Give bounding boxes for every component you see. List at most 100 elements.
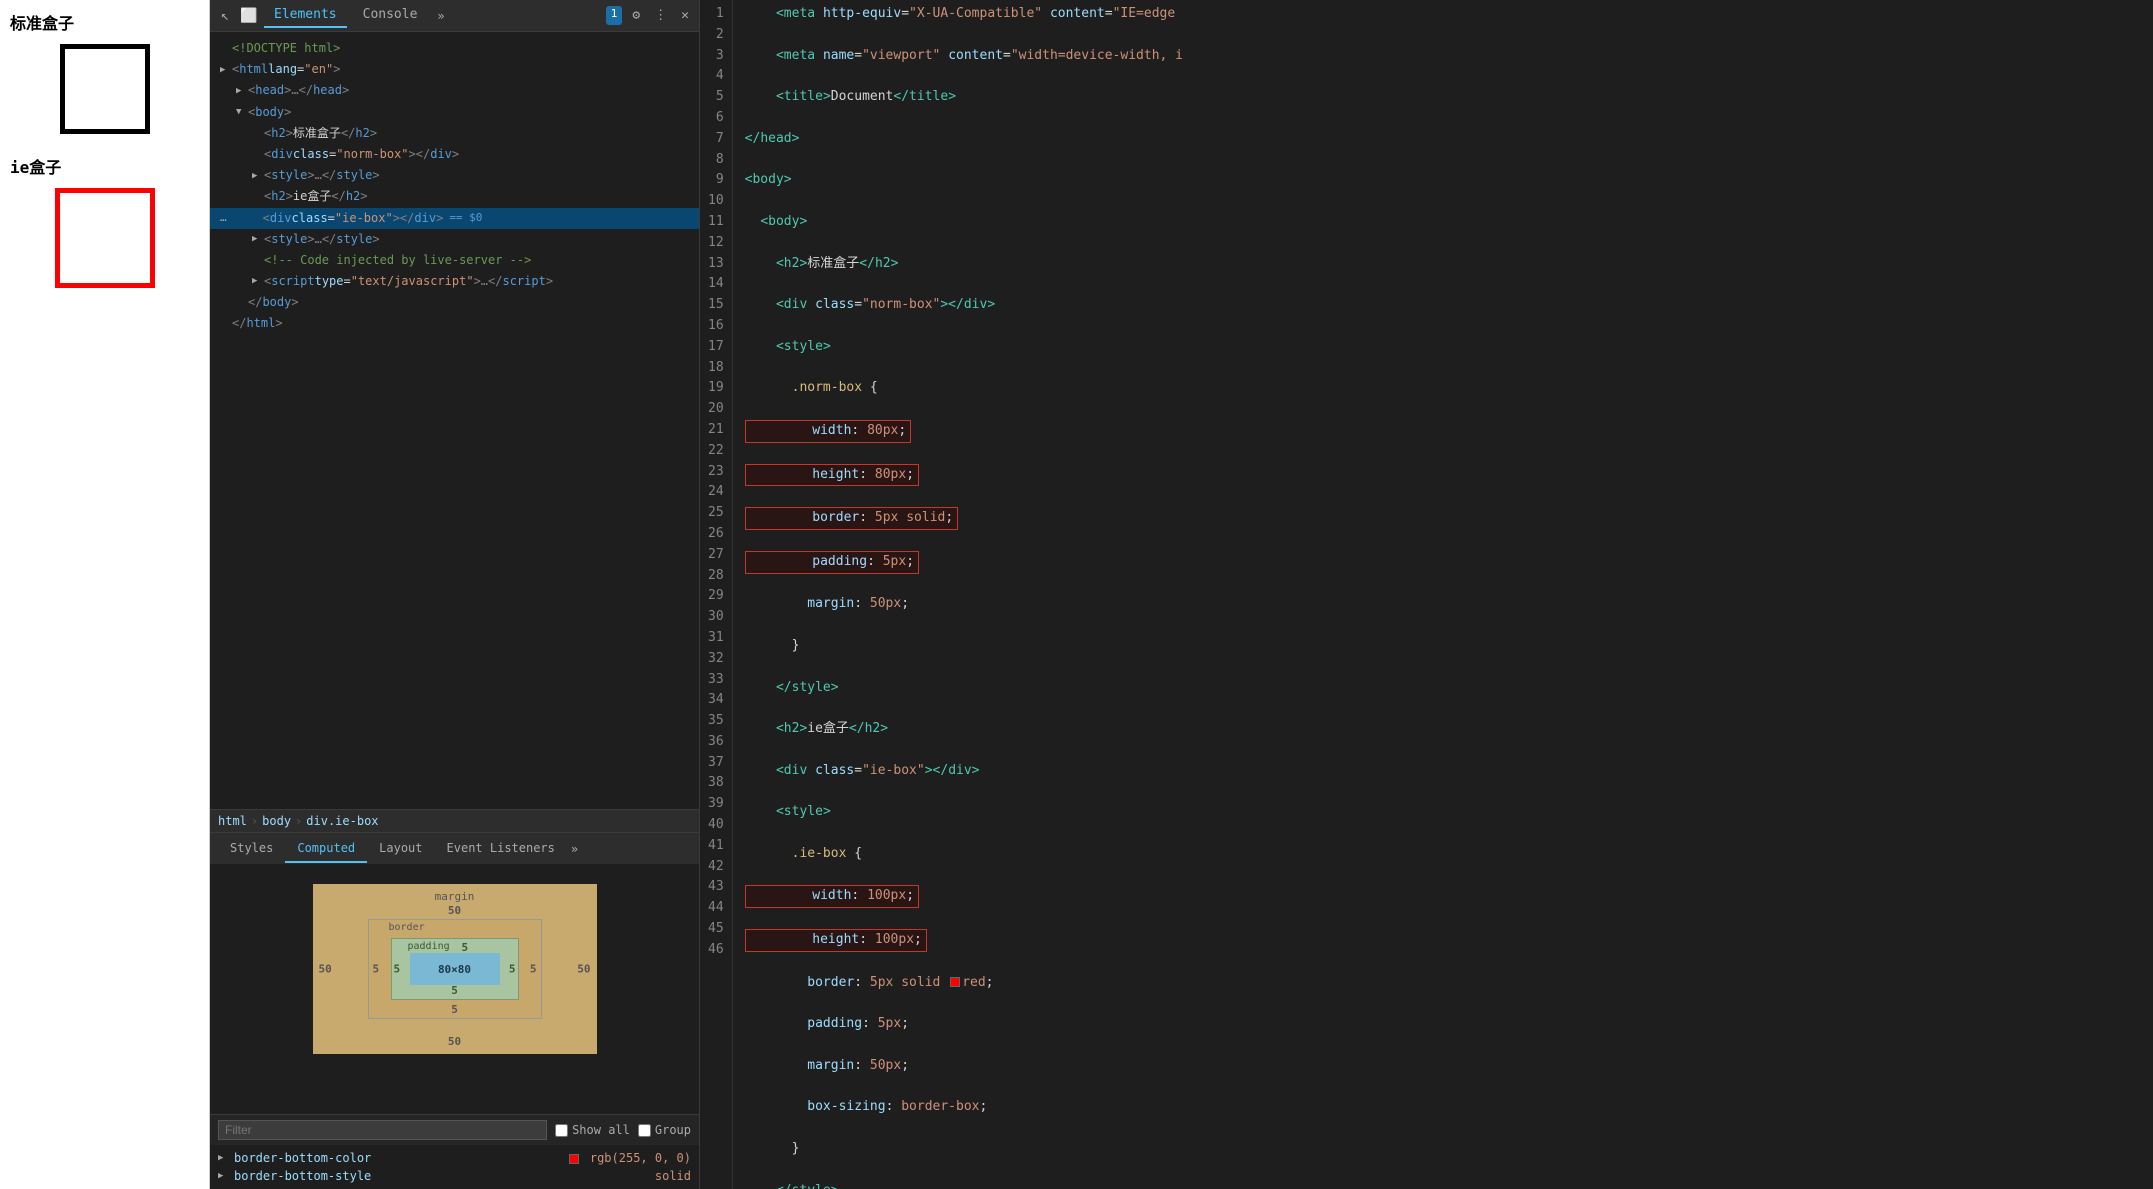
code-line-25: padding: 5px; (745, 1014, 2141, 1035)
line-numbers: 12345 678910 1112131415 1617181920 21222… (700, 0, 733, 1189)
tree-line-comment[interactable]: <!-- Code injected by live-server --> (210, 250, 699, 271)
content-row: 80×80 (410, 953, 500, 985)
prop-value-border-bottom-style: solid (655, 1169, 691, 1183)
border-value-bottom: 5 (451, 1003, 458, 1016)
triangle-style1[interactable] (252, 169, 264, 183)
code-line-26: margin: 50px; (745, 1056, 2141, 1077)
code-line-14: padding: 5px; (745, 551, 2141, 574)
margin-value-bottom: 50 (448, 1035, 461, 1048)
padding-value-bottom: 5 (451, 984, 458, 997)
code-line-20: <style> (745, 802, 2141, 823)
group-label: Group (655, 1123, 691, 1137)
triangle-html[interactable] (220, 63, 232, 77)
computed-item-border-bottom-style[interactable]: border-bottom-style solid (210, 1167, 699, 1185)
show-all-checkbox[interactable] (555, 1124, 568, 1137)
triangle-script[interactable] (252, 274, 264, 288)
tree-line-style1[interactable]: <style> … </style> (210, 165, 699, 186)
tab-elements[interactable]: Elements (264, 3, 347, 28)
group-group: Group (638, 1123, 691, 1137)
computed-item-border-bottom-color[interactable]: border-bottom-color rgb(255, 0, 0) (210, 1149, 699, 1167)
elements-tree[interactable]: <!DOCTYPE html> <html lang="en" > <head>… (210, 32, 699, 809)
tab-console[interactable]: Console (353, 3, 428, 28)
breadcrumb-bar: html › body › div.ie-box (210, 809, 699, 832)
expand-border-bottom-style[interactable] (218, 1171, 230, 1181)
triangle-style2[interactable] (252, 232, 264, 246)
devtools-topbar: ↖ ⬜ Elements Console » 1 ⚙ ⋮ ✕ (210, 0, 699, 32)
cursor-icon[interactable]: ↖ (216, 7, 234, 25)
tree-line-html[interactable]: <html lang="en" > (210, 59, 699, 80)
code-line-1: <meta http-equiv="X-UA-Compatible" conte… (745, 4, 2141, 25)
code-line-3: <title>Document</title> (745, 87, 2141, 108)
tab-computed[interactable]: Computed (285, 835, 367, 863)
breadcrumb-body[interactable]: body (262, 814, 291, 828)
box-icon[interactable]: ⬜ (240, 7, 258, 25)
ie-heading: ie盒子 (10, 154, 199, 178)
devtools-topbar-right: 1 ⚙ ⋮ ✕ (606, 6, 693, 25)
code-line-12: height: 80px; (745, 464, 2141, 487)
tab-styles[interactable]: Styles (218, 835, 285, 863)
code-line-2: <meta name="viewport" content="width=dev… (745, 46, 2141, 67)
prop-name-border-bottom-color: border-bottom-color (234, 1151, 569, 1165)
tree-line-body[interactable]: <body> (210, 102, 699, 123)
tree-line-style2[interactable]: <style> … </style> (210, 229, 699, 250)
code-line-5: <body> (745, 170, 2141, 191)
code-line-22: width: 100px; (745, 885, 2141, 908)
menu-icon[interactable]: ⋮ (650, 6, 671, 25)
tree-line-doctype[interactable]: <!DOCTYPE html> (210, 38, 699, 59)
settings-icon[interactable]: ⚙ (628, 6, 644, 25)
breadcrumb-html[interactable]: html (218, 814, 247, 828)
border-layer: border 5 5 5 padding 5 5 5 5 80×80 (368, 919, 542, 1019)
code-line-23: height: 100px; (745, 929, 2141, 952)
code-line-13: border: 5px solid; (745, 507, 2141, 530)
prop-name-border-bottom-style: border-bottom-style (234, 1169, 655, 1183)
box-model-area: margin 50 50 50 50 border 5 5 5 padding … (210, 864, 699, 1114)
code-line-27: box-sizing: border-box; (745, 1097, 2141, 1118)
code-line-24: border: 5px solid red; (745, 973, 2141, 994)
code-line-6: <body> (745, 212, 2141, 233)
tree-line-h2-ie[interactable]: <h2> ie盒子 </h2> (210, 186, 699, 207)
code-line-15: margin: 50px; (745, 594, 2141, 615)
filter-input[interactable] (218, 1120, 547, 1140)
code-line-28: } (745, 1139, 2141, 1160)
content-box: 80×80 (410, 953, 500, 985)
tab-more[interactable]: » (571, 842, 578, 856)
tab-layout[interactable]: Layout (367, 835, 434, 863)
tree-line-norm-box[interactable]: <div class="norm-box" ></div> (210, 144, 699, 165)
code-line-8: <div class="norm-box"></div> (745, 295, 2141, 316)
code-line-9: <style> (745, 337, 2141, 358)
tree-line-body-close[interactable]: </body> (210, 292, 699, 313)
code-line-7: <h2>标准盒子</h2> (745, 254, 2141, 275)
margin-label-top: margin (435, 890, 475, 903)
norm-box-preview (60, 44, 150, 134)
padding-value-left: 5 (394, 963, 401, 976)
close-icon[interactable]: ✕ (677, 6, 693, 25)
border-label: border (389, 922, 425, 933)
show-all-group: Show all (555, 1123, 630, 1137)
tab-event-listeners[interactable]: Event Listeners (435, 835, 567, 863)
bottom-tabs: Styles Computed Layout Event Listeners » (210, 832, 699, 864)
tree-line-html-close[interactable]: </html> (210, 313, 699, 334)
code-line-29: </style> (745, 1181, 2141, 1189)
margin-layer: margin 50 50 50 50 border 5 5 5 padding … (313, 884, 597, 1054)
preview-panel: 标准盒子 ie盒子 (0, 0, 210, 1189)
margin-value-top: 50 (448, 904, 461, 917)
code-line-21: .ie-box { (745, 844, 2141, 865)
tree-line-ie-box[interactable]: … <div class="ie-box" ></div> == $0 (210, 208, 699, 229)
code-line-4: </head> (745, 129, 2141, 150)
selected-marker: == $0 (449, 209, 482, 227)
code-line-11: width: 80px; (745, 420, 2141, 443)
tree-line-script[interactable]: <script type="text/javascript" >… </scri… (210, 271, 699, 292)
tree-line-head[interactable]: <head> … </head> (210, 80, 699, 101)
triangle-head[interactable] (236, 84, 248, 98)
triangle-body[interactable] (236, 105, 248, 119)
tree-line-h2-norm[interactable]: <h2> 标准盒子 </h2> (210, 123, 699, 144)
margin-value-right: 50 (577, 963, 590, 976)
group-checkbox[interactable] (638, 1124, 651, 1137)
border-value-right: 5 (530, 963, 537, 976)
breadcrumb-div-ie-box[interactable]: div.ie-box (306, 814, 378, 828)
code-line-19: <div class="ie-box"></div> (745, 761, 2141, 782)
code-panel: 12345 678910 1112131415 1617181920 21222… (700, 0, 2153, 1189)
tab-more-icon[interactable]: » (433, 5, 448, 27)
code-line-10: .norm-box { (745, 378, 2141, 399)
expand-border-bottom-color[interactable] (218, 1153, 230, 1163)
